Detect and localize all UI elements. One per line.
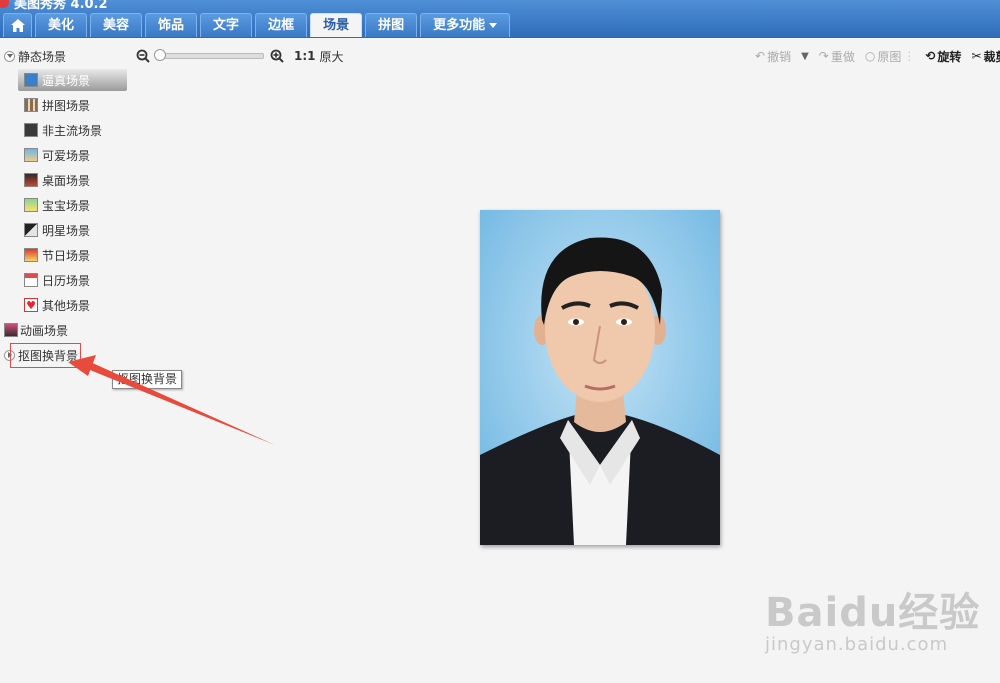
undo-icon: ↶ [755, 49, 766, 63]
baidu-watermark: Baidu经验 jingyan.baidu.com [765, 580, 980, 655]
zoom-bar: 1:1 原大 [136, 46, 344, 66]
portrait-photo [480, 210, 720, 545]
rotate-icon: ⟲ [925, 49, 936, 63]
original-label: 原图 [877, 49, 902, 64]
chevron-down-icon [489, 23, 498, 28]
redo-button[interactable]: ↷ 重做 [819, 48, 855, 65]
zoom-out-icon[interactable] [136, 49, 150, 63]
crop-label: 裁剪 [983, 49, 1000, 64]
scissors-icon: ✂ [971, 49, 982, 63]
tab-collage[interactable]: 拼图 [365, 13, 418, 37]
rotate-label: 旋转 [937, 49, 962, 64]
crop-button[interactable]: ✂ 裁剪 [971, 48, 1000, 65]
redo-label: 重做 [830, 49, 855, 64]
tab-scene[interactable]: 场景 [310, 13, 363, 37]
original-image-button[interactable]: ○ 原图 ⋮ [865, 48, 916, 65]
watermark-url: jingyan.baidu.com [765, 634, 949, 655]
redo-icon: ↷ [818, 49, 829, 63]
zoom-slider-handle[interactable] [154, 49, 166, 61]
tab-more-label: 更多功能 [433, 17, 486, 33]
original-size-button[interactable]: 原大 [320, 48, 344, 65]
tab-more[interactable]: 更多功能 [420, 13, 511, 37]
original-icon: ○ [864, 49, 876, 63]
undo-label: 撤销 [767, 49, 792, 64]
watermark-logo: Baidu经验 [765, 590, 981, 636]
zoom-ratio-button[interactable]: 1:1 [294, 49, 316, 63]
undo-button[interactable]: ↶ 撤销 [755, 48, 791, 65]
rotate-button[interactable]: ⟲ 旋转 [925, 48, 961, 65]
zoom-slider[interactable] [154, 49, 264, 61]
zoom-in-icon[interactable] [270, 49, 284, 63]
separator: ⋮ [903, 49, 916, 63]
caret-down-icon: ▼ [801, 50, 809, 62]
photo-canvas[interactable] [480, 210, 720, 545]
edit-toolbar: ↶ 撤销 ▼ ↷ 重做 ○ 原图 ⋮ ⟲ 旋转 ✂ 裁剪 [755, 46, 1000, 66]
undo-dropdown[interactable]: ▼ [801, 51, 809, 62]
annotation-arrow [68, 355, 275, 445]
